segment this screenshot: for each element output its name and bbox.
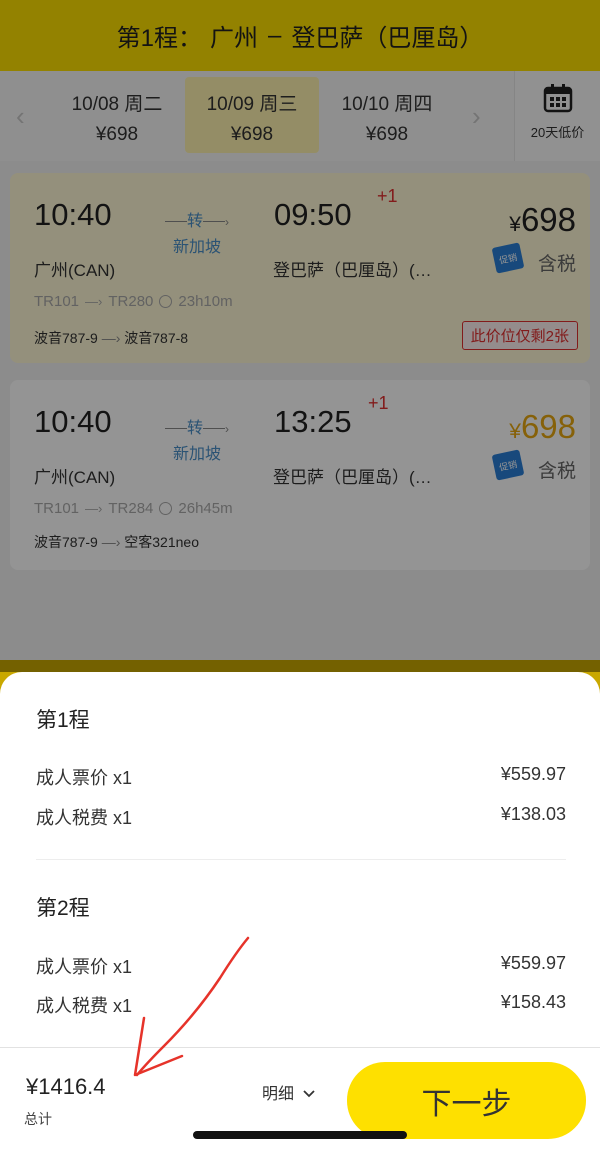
chevron-down-icon (303, 1090, 316, 1098)
price-row-value: ¥138.03 (500, 804, 566, 824)
price-row: 成人票价 x1 ¥559.97 (36, 764, 566, 790)
price-row: 成人票价 x1 ¥559.97 (36, 953, 566, 979)
detail-toggle[interactable]: 明细 (262, 1080, 316, 1104)
price-row-label: 成人税费 x1 (36, 808, 133, 828)
modal-backdrop[interactable] (0, 0, 600, 672)
price-row-label: 成人票价 x1 (36, 768, 133, 788)
divider (36, 859, 566, 860)
price-row-value: ¥559.97 (500, 953, 566, 973)
price-row: 成人税费 x1 ¥158.43 (36, 992, 566, 1018)
detail-label: 明细 (262, 1086, 295, 1103)
price-row-label: 成人税费 x1 (36, 996, 133, 1016)
leg-title: 第2程 (36, 897, 90, 920)
price-row-value: ¥559.97 (500, 764, 566, 784)
price-row-label: 成人票价 x1 (36, 957, 133, 977)
total-label: 总计 (24, 1111, 52, 1127)
total-price: ¥1416.4 (26, 1074, 106, 1099)
next-step-button[interactable]: 下一步 (347, 1062, 586, 1139)
price-row-value: ¥158.43 (500, 992, 566, 1012)
leg-title: 第1程 (36, 709, 90, 732)
home-indicator (193, 1131, 407, 1139)
price-row: 成人税费 x1 ¥138.03 (36, 804, 566, 830)
